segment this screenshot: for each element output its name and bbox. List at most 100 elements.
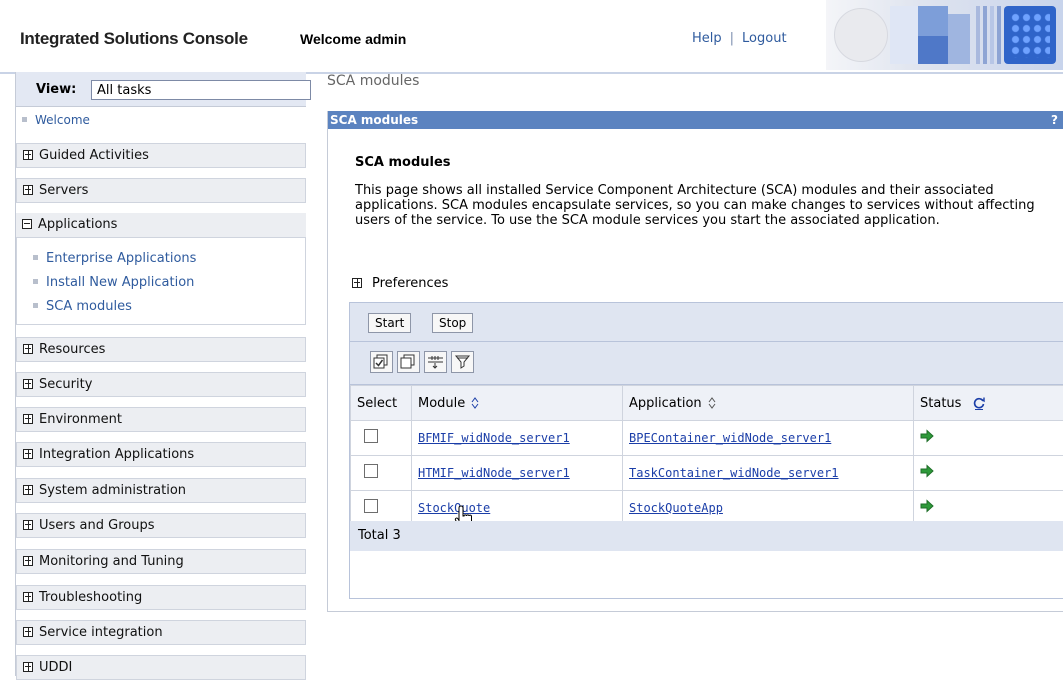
nav-service-integration[interactable]: Service integration xyxy=(16,620,306,645)
status-started-icon xyxy=(920,429,934,443)
expand-icon xyxy=(23,485,33,495)
nav-label: Resources xyxy=(39,342,105,357)
nav-applications-group: Applications Enterprise Applications Ins… xyxy=(16,213,306,325)
sort-icon xyxy=(708,397,716,409)
panel-title: SCA modules xyxy=(330,113,418,127)
deselect-all-icon[interactable] xyxy=(397,351,420,373)
navigation-tree: View: All tasks Welcome Guided Activitie… xyxy=(15,72,306,676)
action-button-bar: Start Stop xyxy=(350,303,1063,342)
expand-icon xyxy=(23,662,33,672)
row-checkbox[interactable] xyxy=(364,429,378,443)
col-select: Select xyxy=(351,386,412,421)
header-links: Help | Logout xyxy=(692,31,787,46)
nav-label: System administration xyxy=(39,483,186,498)
nav-resources[interactable]: Resources xyxy=(16,337,306,362)
nav-install-new-application: Install New Application xyxy=(27,275,194,290)
col-status: Status xyxy=(914,386,1063,421)
sca-modules-link[interactable]: SCA modules xyxy=(46,299,132,314)
expand-icon xyxy=(23,185,33,195)
welcome-user: Welcome admin xyxy=(300,31,406,47)
nav-label: Security xyxy=(39,377,92,392)
help-icon[interactable]: ? xyxy=(1051,111,1058,129)
nav-system-administration[interactable]: System administration xyxy=(16,478,306,503)
filter-icon[interactable] xyxy=(451,351,474,373)
application-link[interactable]: StockQuoteApp xyxy=(629,501,723,515)
expand-icon xyxy=(352,278,362,288)
col-application[interactable]: Application xyxy=(623,386,914,421)
modules-table: Select Module Application Status BFMIF_w… xyxy=(350,385,1063,526)
breadcrumb: SCA modules xyxy=(327,73,419,89)
table-tool-bar xyxy=(350,342,1063,385)
nav-guided-activities[interactable]: Guided Activities xyxy=(16,143,306,168)
nav-troubleshooting[interactable]: Troubleshooting xyxy=(16,585,306,610)
nav-label: Integration Applications xyxy=(39,447,194,462)
row-checkbox[interactable] xyxy=(364,499,378,513)
col-status-label: Status xyxy=(920,396,961,411)
expand-icon xyxy=(23,414,33,424)
nav-label: Environment xyxy=(39,412,122,427)
sca-modules-panel: SCA modules ? SCA modules This page show… xyxy=(327,111,1063,612)
nav-label: UDDI xyxy=(39,660,72,675)
nav-label: Service integration xyxy=(39,625,163,640)
stop-button[interactable]: Stop xyxy=(432,313,473,333)
select-all-icon[interactable] xyxy=(370,351,393,373)
collapse-icon xyxy=(22,219,32,229)
show-filter-icon[interactable] xyxy=(424,351,447,373)
nav-label: Guided Activities xyxy=(39,148,149,163)
sort-icon xyxy=(471,397,479,409)
nav-label: Applications xyxy=(38,217,117,232)
nav-applications[interactable]: Applications xyxy=(16,213,306,238)
expand-icon xyxy=(23,592,33,602)
view-select[interactable]: All tasks xyxy=(91,80,311,100)
nav-uddi[interactable]: UDDI xyxy=(16,655,306,680)
status-started-icon xyxy=(920,464,934,478)
expand-icon xyxy=(23,449,33,459)
header-separator: | xyxy=(730,31,734,46)
row-checkbox[interactable] xyxy=(364,464,378,478)
install-new-application-link[interactable]: Install New Application xyxy=(46,275,194,290)
expand-icon xyxy=(23,150,33,160)
help-link[interactable]: Help xyxy=(692,31,722,46)
bullet-icon xyxy=(33,303,38,308)
page-heading: SCA modules xyxy=(355,155,451,170)
table-header-row: Select Module Application Status xyxy=(351,386,1063,421)
total-count: Total 3 xyxy=(350,521,1063,551)
welcome-link[interactable]: Welcome xyxy=(35,113,90,127)
col-module[interactable]: Module xyxy=(412,386,623,421)
nav-label: Servers xyxy=(39,183,88,198)
expand-icon xyxy=(23,379,33,389)
application-link[interactable]: TaskContainer_widNode_server1 xyxy=(629,466,839,480)
modules-collection-table: Start Stop Select Module Application Sta… xyxy=(349,302,1063,599)
nav-environment[interactable]: Environment xyxy=(16,407,306,432)
expand-icon xyxy=(23,627,33,637)
nav-label: Monitoring and Tuning xyxy=(39,554,184,569)
module-link[interactable]: BFMIF_widNode_server1 xyxy=(418,431,570,445)
col-application-label: Application xyxy=(629,396,702,411)
module-link[interactable]: HTMIF_widNode_server1 xyxy=(418,466,570,480)
expand-icon xyxy=(23,520,33,530)
nav-sca-modules: SCA modules xyxy=(27,299,132,314)
start-button[interactable]: Start xyxy=(368,313,411,333)
enterprise-applications-link[interactable]: Enterprise Applications xyxy=(46,251,196,266)
bullet-icon xyxy=(33,255,38,260)
bullet-icon xyxy=(33,279,38,284)
nav-integration-applications[interactable]: Integration Applications xyxy=(16,442,306,467)
nav-security[interactable]: Security xyxy=(16,372,306,397)
nav-enterprise-applications: Enterprise Applications xyxy=(27,251,196,266)
nav-monitoring-and-tuning[interactable]: Monitoring and Tuning xyxy=(16,549,306,574)
console-header: Integrated Solutions Console Welcome adm… xyxy=(0,0,1063,74)
nav-servers[interactable]: Servers xyxy=(16,178,306,203)
console-brand: Integrated Solutions Console xyxy=(20,29,248,49)
nav-users-and-groups[interactable]: Users and Groups xyxy=(16,513,306,538)
panel-titlebar: SCA modules ? xyxy=(328,111,1063,129)
preferences-label: Preferences xyxy=(372,276,448,291)
logout-link[interactable]: Logout xyxy=(742,31,787,46)
expand-icon xyxy=(23,344,33,354)
preferences-toggle[interactable]: Preferences xyxy=(352,276,448,291)
view-label: View: xyxy=(36,82,76,97)
bullet-icon xyxy=(22,117,27,122)
application-link[interactable]: BPEContainer_widNode_server1 xyxy=(629,431,831,445)
view-filter-bar: View: All tasks xyxy=(16,72,306,107)
nav-label: Users and Groups xyxy=(39,518,154,533)
refresh-icon[interactable] xyxy=(972,396,986,410)
